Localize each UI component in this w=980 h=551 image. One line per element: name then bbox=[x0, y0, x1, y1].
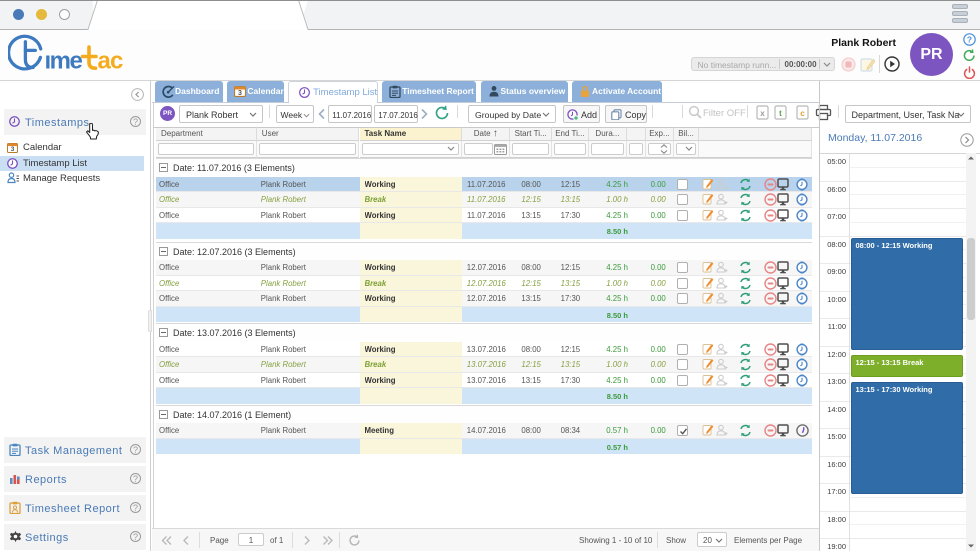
svg-text:3: 3 bbox=[238, 89, 242, 97]
svg-text:ac: ac bbox=[98, 48, 124, 75]
svg-text:?: ? bbox=[967, 34, 972, 44]
svg-text:ıme: ıme bbox=[45, 48, 83, 75]
svg-text:x: x bbox=[760, 109, 765, 118]
svg-text:c: c bbox=[800, 109, 805, 118]
svg-text:t: t bbox=[779, 109, 782, 118]
svg-text:3: 3 bbox=[11, 146, 15, 153]
